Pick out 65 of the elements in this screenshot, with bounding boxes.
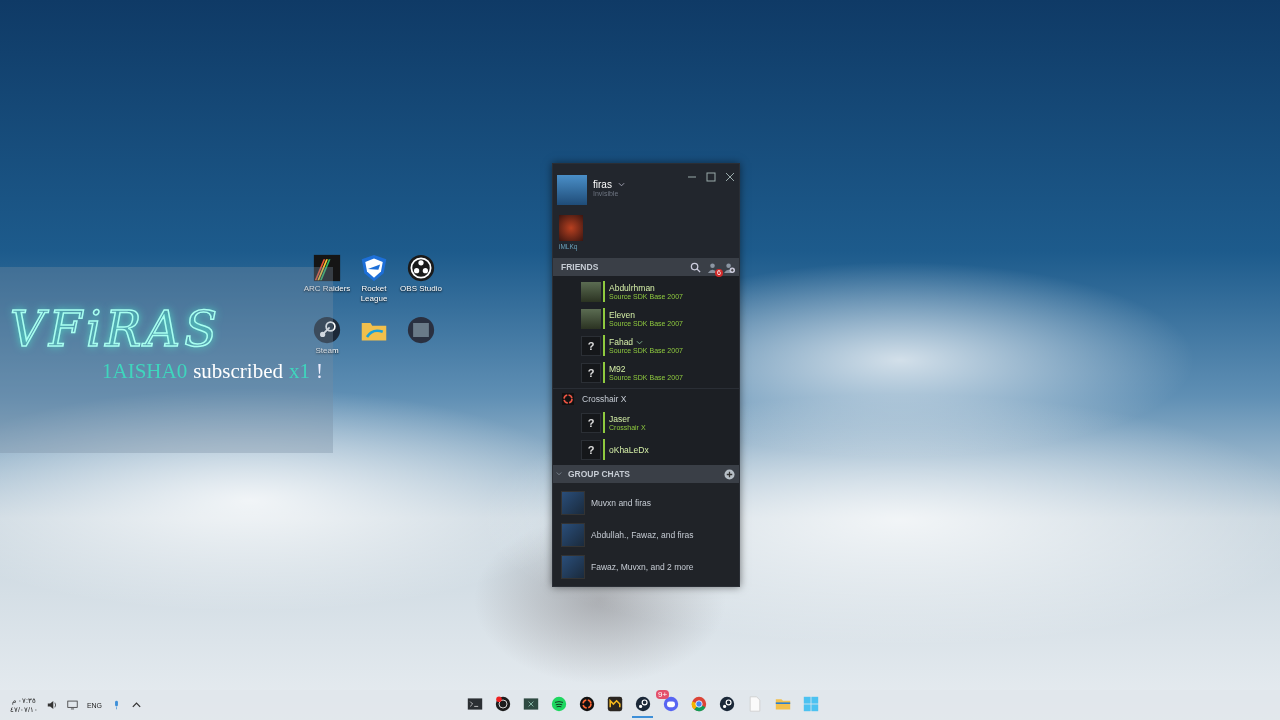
obs-icon xyxy=(494,696,511,712)
group-chat-name: Muvxn and firas xyxy=(591,498,651,508)
group-chat-name: Abdullah., Fawaz, and firas xyxy=(591,530,694,540)
friend-row[interactable]: ? oKhaLeDx xyxy=(553,436,739,463)
medal-icon xyxy=(606,696,623,712)
subscription-count: x1 xyxy=(289,359,310,384)
steam-icon xyxy=(634,696,651,712)
chevron-up-icon[interactable] xyxy=(131,700,143,710)
network-icon[interactable] xyxy=(66,700,78,710)
friend-avatar xyxy=(581,308,601,329)
group-avatar xyxy=(561,555,585,579)
group-avatar xyxy=(561,523,585,547)
game-group-title[interactable]: Crosshair X xyxy=(582,394,627,404)
alert-exclamation: ! xyxy=(316,359,323,384)
add-friend-icon[interactable] xyxy=(724,261,735,273)
group-chat-row[interactable]: Fawaz, Muvxn, and 2 more xyxy=(553,551,739,583)
terminal-icon xyxy=(466,696,483,712)
shortcut-label: ARC Raiders xyxy=(302,284,352,294)
friend-name: Fahad xyxy=(609,337,683,347)
friend-avatar: ? xyxy=(581,412,601,433)
crosshair-icon xyxy=(578,696,595,712)
friend-avatar: ? xyxy=(581,362,601,383)
group-chat-row[interactable]: Muvxn and firas xyxy=(553,487,739,519)
add-icon[interactable] xyxy=(724,468,735,480)
chrome-icon xyxy=(690,696,707,712)
shortcut-label: OBS Studio xyxy=(399,284,443,294)
obs-icon[interactable] xyxy=(407,254,435,282)
steam-icon[interactable] xyxy=(313,316,341,344)
friend-name: oKhaLeDx xyxy=(609,444,649,455)
alert-action: subscribed xyxy=(193,359,283,384)
friend-avatar: ? xyxy=(581,439,601,460)
friend-name: M92 xyxy=(609,364,627,374)
close-icon[interactable] xyxy=(725,172,735,182)
crosshair-icon xyxy=(562,393,574,405)
friend-name: Eleven xyxy=(609,310,636,320)
subscriber-name: 1AISHA0 xyxy=(102,359,188,384)
friends-title: FRIENDS xyxy=(561,262,600,272)
shortcut-label: Rocket League xyxy=(359,284,389,304)
friend-avatar: ? xyxy=(581,335,601,356)
chevron-icon xyxy=(636,339,644,345)
group-chat-name: Fawaz, Muvxn, and 2 more xyxy=(591,562,694,572)
friend-name: Jaser xyxy=(609,414,631,424)
chevron-icon xyxy=(617,182,625,187)
profile-avatar[interactable] xyxy=(557,175,587,205)
group-chats-title: GROUP CHATS xyxy=(568,469,632,479)
folder-icon xyxy=(774,696,791,712)
speaker-icon[interactable] xyxy=(46,700,58,710)
app-icon[interactable] xyxy=(313,254,341,282)
group-avatar xyxy=(561,491,585,515)
maximize-icon[interactable] xyxy=(706,172,716,182)
profile-name[interactable]: firas xyxy=(593,179,681,190)
windows-icon xyxy=(802,696,819,712)
shortcut-label: Steam xyxy=(314,346,340,356)
channel-logo-text: VFiRAS xyxy=(10,305,221,353)
discord-icon xyxy=(662,696,679,712)
notification-badge: 9+ xyxy=(656,690,670,699)
xbox-icon xyxy=(522,696,539,712)
search-icon[interactable] xyxy=(690,261,701,273)
friend-avatar xyxy=(581,281,601,302)
friend-name: Abdulrhman xyxy=(609,283,656,293)
person-icon[interactable] xyxy=(707,261,718,273)
steam-icon xyxy=(718,696,735,712)
spotify-icon xyxy=(550,696,567,712)
group-chat-row[interactable]: Abdullah., Fawaz, and firas xyxy=(553,519,739,551)
shield-icon[interactable] xyxy=(360,254,388,282)
